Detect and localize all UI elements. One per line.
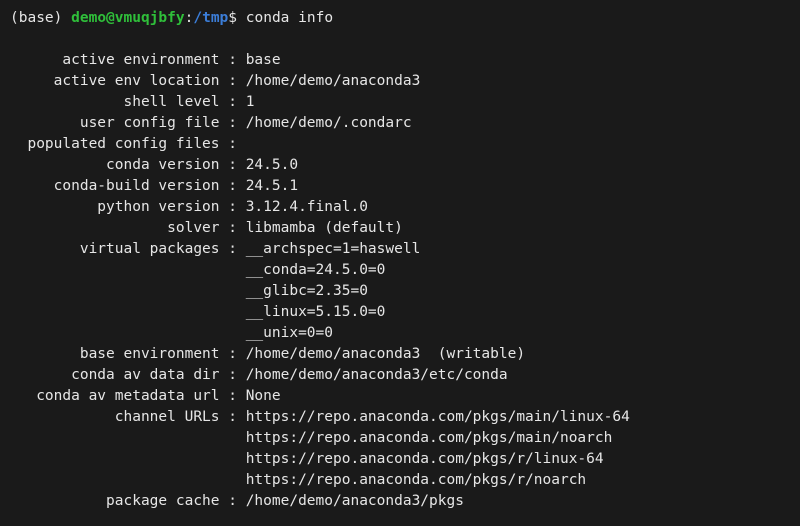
conda-info-block: active environment : base active env loc… [10,52,630,509]
terminal-output[interactable]: (base) demo@vmuqjbfy:/tmp$ conda info ac… [0,0,800,520]
prompt-user: demo [71,10,106,26]
prompt-at: @ [106,10,115,26]
prompt-env: (base) [10,10,62,26]
prompt-symbol: $ [228,10,237,26]
prompt-cwd: /tmp [193,10,228,26]
prompt-host: vmuqjbfy [115,10,185,26]
prompt-command: conda info [246,10,333,26]
prompt-line: (base) demo@vmuqjbfy:/tmp$ conda info [10,10,333,26]
